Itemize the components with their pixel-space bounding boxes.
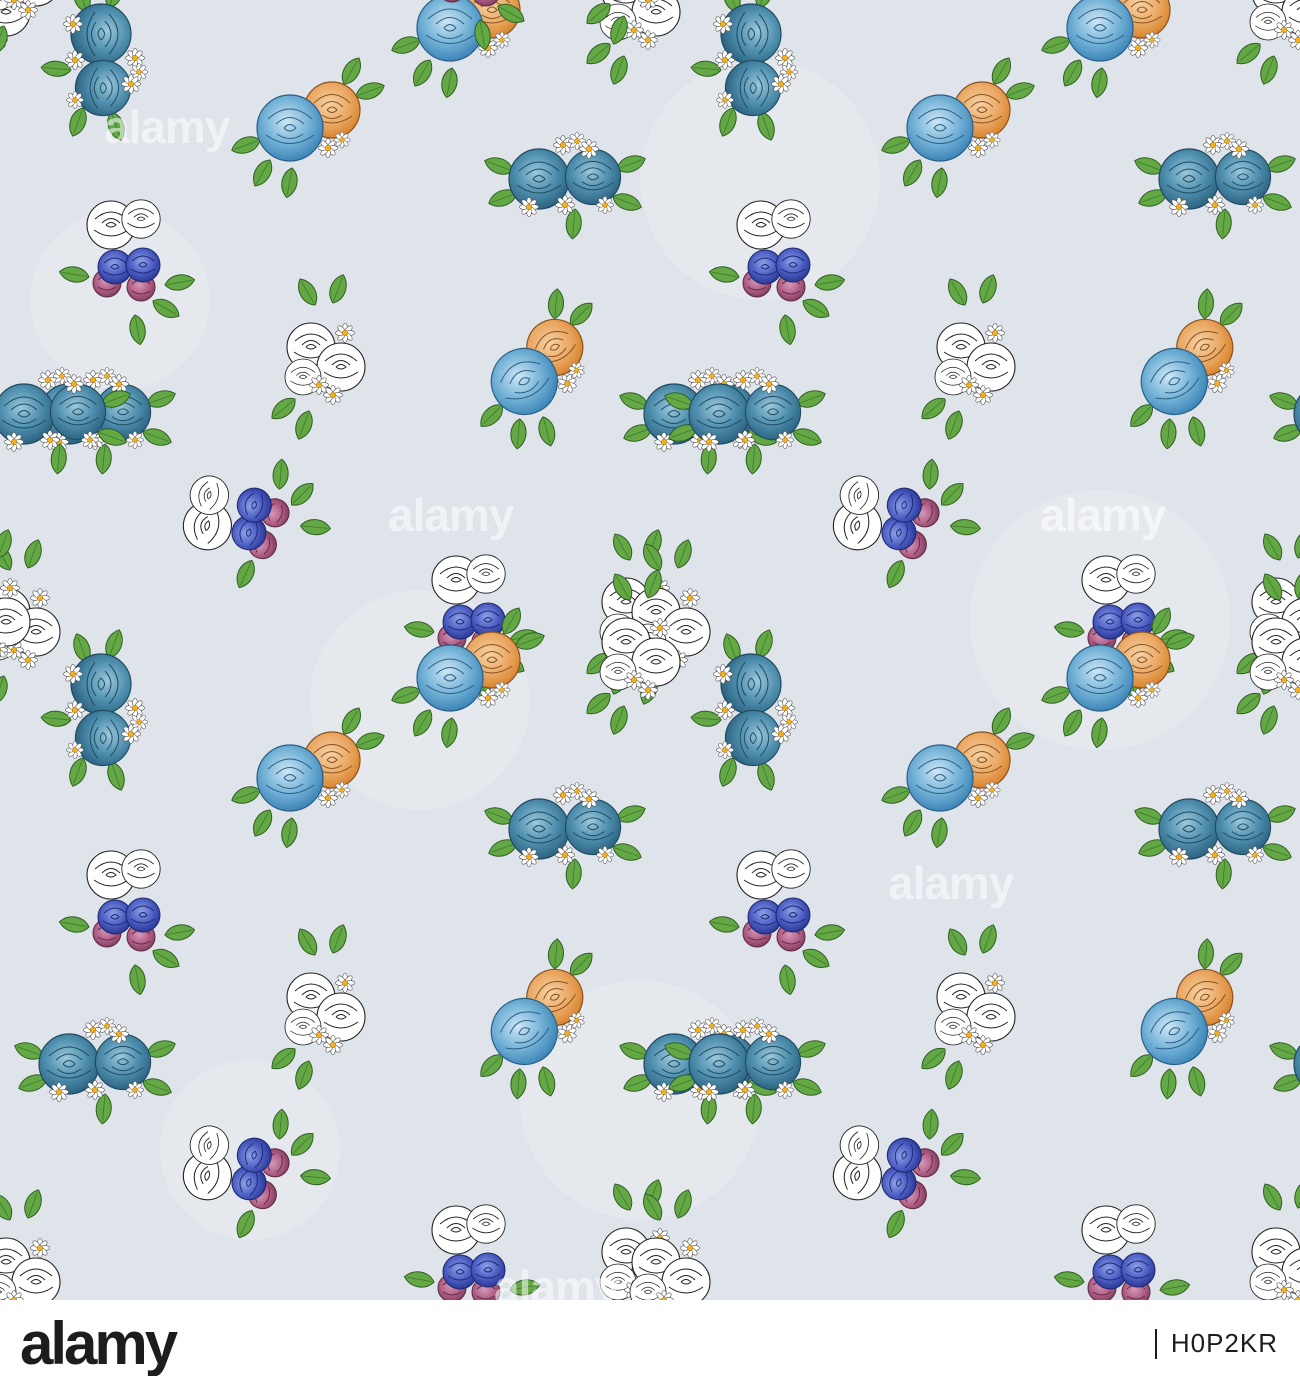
separator	[1154, 1328, 1157, 1359]
footer-bar: alamy H0P2KR	[0, 1300, 1300, 1390]
brand-text: alamy	[20, 1314, 179, 1376]
stock-id-block: H0P2KR	[1154, 1328, 1278, 1359]
alamy-logo: alamy	[20, 1314, 182, 1376]
floral-pattern-svg	[0, 0, 1300, 1300]
stock-id: H0P2KR	[1170, 1328, 1278, 1358]
floral-pattern: alamy alamy alamy alamy alamy	[0, 0, 1300, 1300]
